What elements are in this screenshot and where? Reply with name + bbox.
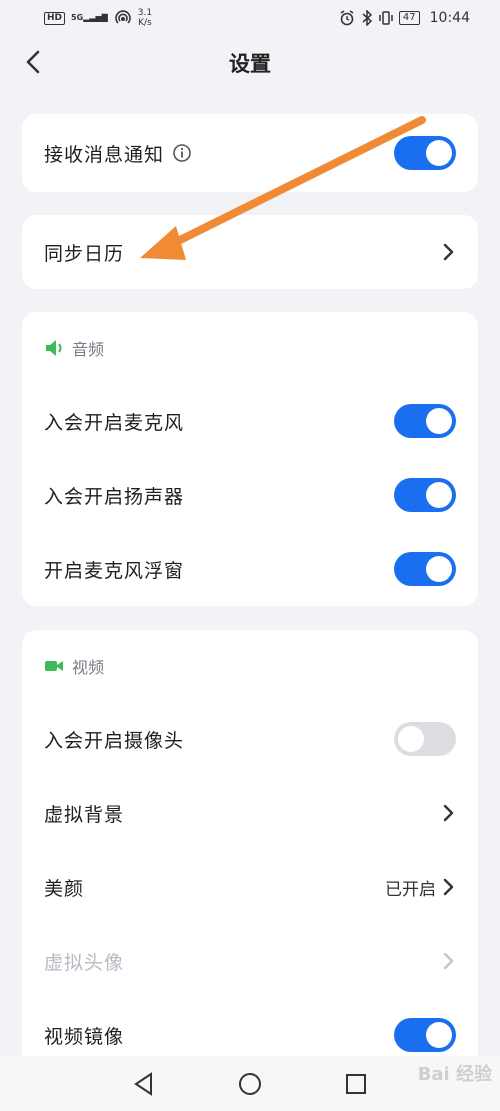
speed-value: 3.1 [137,8,153,18]
video-section-title: 视频 [72,658,105,677]
chevron-right-icon [443,878,454,896]
toggle-knob [426,482,452,508]
virtual-bg-label: 虚拟背景 [44,803,125,826]
video-item-virtual-avatar[interactable]: 虚拟头像 [22,924,478,998]
info-icon[interactable] [172,143,192,163]
video-section-header: 视频 [22,630,478,702]
audio-item-mic: 入会开启麦克风 [22,384,478,458]
virtual-avatar-label: 虚拟头像 [44,951,125,974]
hd-indicator: HD [44,11,66,25]
audio-section-header: 音频 [22,312,478,384]
toggle-knob [426,1022,452,1048]
network-speed: 3.1 K/s [138,8,152,28]
toggle-knob [426,408,452,434]
audio-item-speaker: 入会开启扬声器 [22,458,478,532]
audio-item-label: 入会开启扬声器 [44,485,185,508]
sync-calendar-row[interactable]: 同步日历 [22,215,478,289]
notification-row: 接收消息通知 [22,114,478,192]
watermark: Bai 经验 [417,1064,492,1085]
camera-label: 入会开启摄像头 [44,729,185,752]
calendar-card[interactable]: 同步日历 [22,215,478,289]
mirror-toggle[interactable] [394,1018,456,1052]
notification-toggle[interactable] [394,136,456,170]
mic-float-toggle[interactable] [394,552,456,586]
hotspot-icon [115,10,131,24]
status-bar: HD 5G▂▃▅▇ 3.1 K/s 47 10:44 [0,0,500,36]
beauty-status: 已开启 [385,879,436,900]
page-title: 设置 [229,52,271,76]
video-item-beauty[interactable]: 美颜 已开启 [22,850,478,924]
top-header: 设置 [0,36,500,88]
bluetooth-icon [362,10,373,26]
clock: 10:44 [429,10,470,26]
alarm-icon [340,10,354,26]
battery-icon: 47 [398,11,420,25]
nav-home-icon[interactable] [237,1071,263,1097]
chevron-right-icon [443,243,454,261]
video-item-virtual-bg[interactable]: 虚拟背景 [22,776,478,850]
camera-icon [45,661,63,671]
network-type: 5G [71,13,84,22]
audio-item-label: 入会开启麦克风 [44,411,185,434]
toggle-knob [426,556,452,582]
mirror-label: 视频镜像 [44,1025,125,1048]
audio-item-float: 开启麦克风浮窗 [22,532,478,606]
vibrate-icon [379,11,393,25]
camera-toggle[interactable] [394,722,456,756]
toggle-knob [398,726,424,752]
video-card: 视频 入会开启摄像头 虚拟背景 美颜 已开启 虚拟头像 视频镜像 [22,630,478,1070]
video-item-camera: 入会开启摄像头 [22,702,478,776]
chevron-right-icon [443,952,454,970]
audio-item-label: 开启麦克风浮窗 [44,559,185,582]
beauty-label: 美颜 [44,877,85,900]
audio-section-title: 音频 [72,340,105,359]
audio-card: 音频 入会开启麦克风 入会开启扬声器 开启麦克风浮窗 [22,312,478,606]
sync-calendar-label: 同步日历 [44,242,125,265]
speaker-icon [46,340,62,356]
mic-toggle[interactable] [394,404,456,438]
speed-unit: K/s [138,18,152,28]
notification-label: 接收消息通知 [44,143,165,166]
chevron-right-icon [443,804,454,822]
cell-signal-icon: 5G▂▃▅▇ [71,13,108,22]
nav-recents-icon[interactable] [343,1071,369,1097]
nav-back-icon[interactable] [131,1071,157,1097]
toggle-knob [426,140,452,166]
speaker-toggle[interactable] [394,478,456,512]
notification-card: 接收消息通知 [22,114,478,192]
